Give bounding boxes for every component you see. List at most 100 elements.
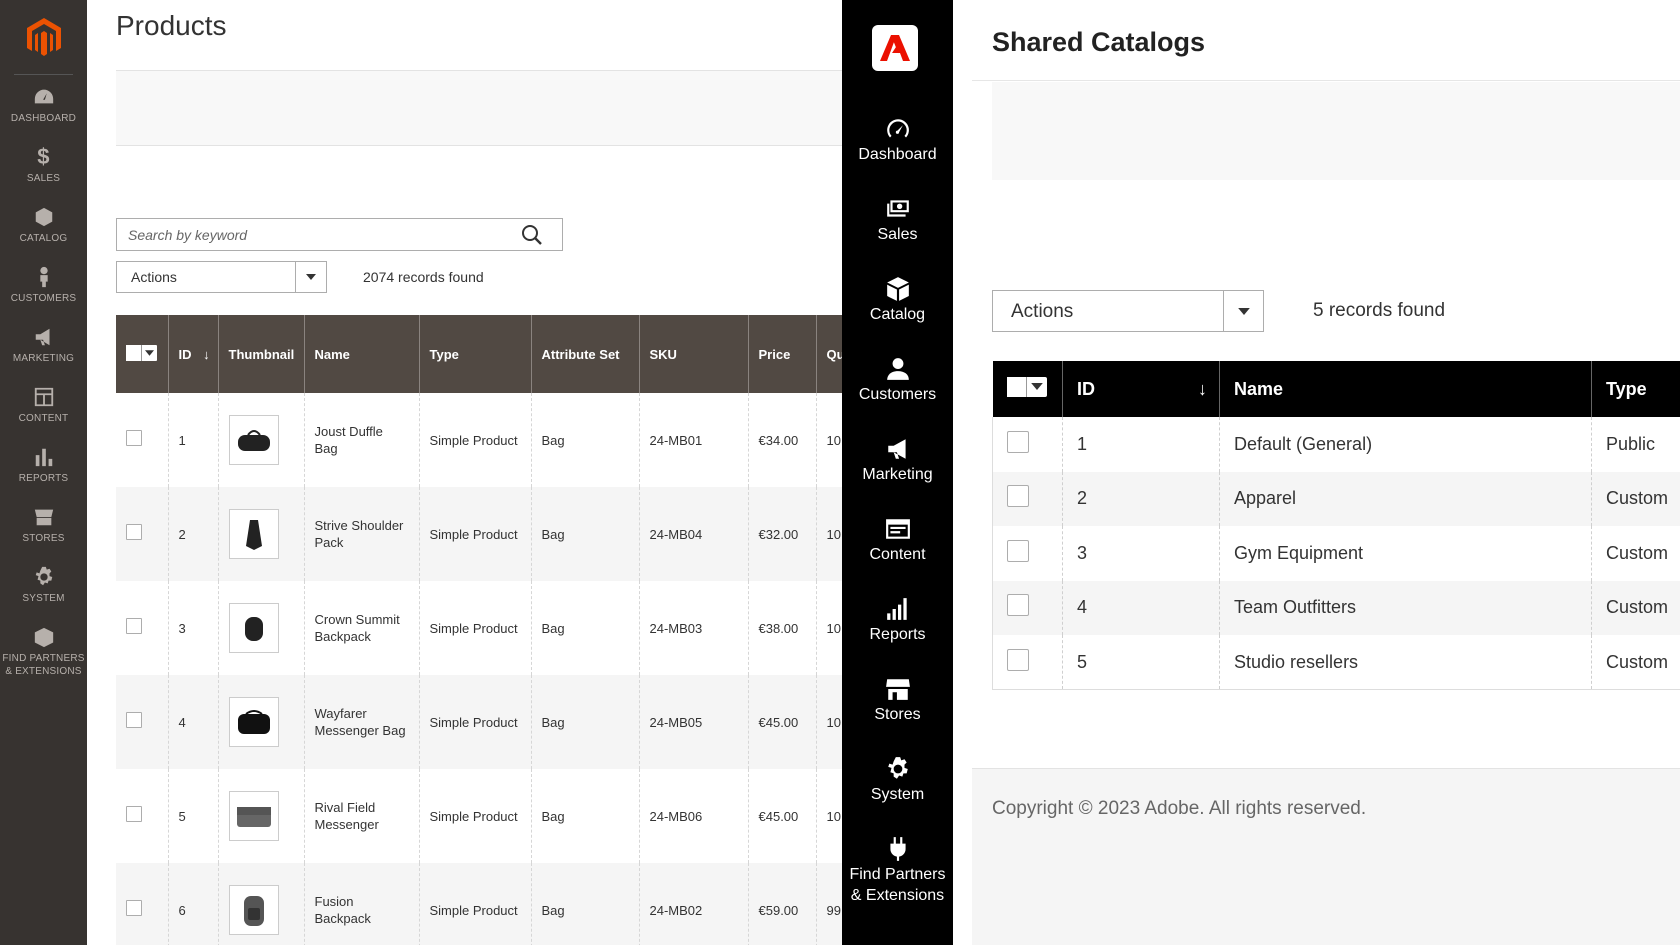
column-header-name[interactable]: Name [1219, 361, 1592, 417]
product-thumbnail[interactable] [228, 885, 279, 935]
search-input[interactable]: Search by keyword [116, 218, 563, 251]
old-nav-customers[interactable]: CUSTOMERS [0, 266, 87, 305]
row-checkbox[interactable] [126, 712, 142, 728]
column-header-thumbnail[interactable]: Thumbnail [218, 315, 305, 393]
old-nav-marketing[interactable]: MARKETING [0, 326, 87, 365]
new-nav-sales[interactable]: Sales [842, 196, 953, 245]
cell-type: Simple Product [419, 863, 532, 945]
new-nav-customers[interactable]: Customers [842, 356, 953, 405]
cell-name[interactable]: Team Outfitters [1219, 580, 1592, 635]
new-nav-label: Customers [858, 386, 937, 403]
cell-id: 6 [168, 863, 219, 945]
product-thumbnail[interactable] [228, 415, 279, 465]
column-header-type[interactable]: Type [1591, 361, 1680, 417]
row-checkbox[interactable] [1007, 485, 1029, 508]
table-row[interactable]: 5 Studio resellers Custom [992, 635, 1680, 690]
column-header-type[interactable]: Type [419, 315, 532, 393]
cell-name[interactable]: Strive Shoulder Pack [304, 487, 420, 581]
cell-quantity: 99 [816, 863, 842, 945]
row-checkbox[interactable] [126, 524, 142, 540]
actions-dropdown[interactable]: Actions [116, 261, 327, 293]
old-nav-label: MARKETING [12, 353, 75, 364]
backpack-icon [244, 617, 263, 641]
table-row[interactable]: 5 Rival Field Messenger Simple Product B… [116, 769, 842, 863]
old-nav-content[interactable]: CONTENT [0, 386, 87, 425]
mass-select[interactable] [116, 315, 169, 393]
cell-name[interactable]: Rival Field Messenger [304, 769, 420, 863]
row-checkbox[interactable] [126, 900, 142, 916]
cell-id: 1 [168, 393, 219, 487]
column-header-attribute-set[interactable]: Attribute Set [531, 315, 640, 393]
table-row[interactable]: 4 Wayfarer Messenger Bag Simple Product … [116, 675, 842, 769]
table-row[interactable]: 6 Fusion Backpack Simple Product Bag 24-… [116, 863, 842, 945]
cell-type: Simple Product [419, 487, 532, 581]
row-checkbox[interactable] [1007, 430, 1029, 453]
table-row[interactable]: 3 Gym Equipment Custom [992, 526, 1680, 581]
product-thumbnail[interactable] [228, 697, 279, 747]
old-nav-reports[interactable]: REPORTS [0, 446, 87, 485]
product-thumbnail[interactable] [228, 509, 279, 559]
new-nav-content[interactable]: Content [842, 516, 953, 565]
row-checkbox[interactable] [1007, 648, 1029, 671]
cell-name[interactable]: Crown Summit Backpack [304, 581, 420, 675]
product-thumbnail[interactable] [228, 791, 279, 841]
old-nav-system[interactable]: SYSTEM [0, 566, 87, 605]
new-nav-reports[interactable]: Reports [842, 596, 953, 645]
cell-name[interactable]: Studio resellers [1219, 635, 1592, 690]
cell-sku: 24-MB05 [639, 675, 749, 769]
row-checkbox[interactable] [1007, 594, 1029, 617]
new-nav-stores[interactable]: Stores [842, 676, 953, 725]
new-nav-label: System [870, 786, 925, 803]
cell-name[interactable]: Apparel [1219, 471, 1592, 526]
table-row[interactable]: 3 Crown Summit Backpack Simple Product B… [116, 581, 842, 675]
adobe-logo-icon [880, 35, 910, 61]
column-header-id[interactable]: ID ↓ [1062, 361, 1220, 417]
layout-icon [0, 386, 87, 410]
product-thumbnail[interactable] [228, 603, 279, 653]
new-nav-system[interactable]: System [842, 756, 953, 805]
table-row[interactable]: 1 Joust Duffle Bag Simple Product Bag 24… [116, 393, 842, 487]
cell-name[interactable]: Joust Duffle Bag [304, 393, 420, 487]
table-row[interactable]: 1 Default (General) Public [992, 417, 1680, 472]
row-checkbox[interactable] [126, 430, 142, 446]
adobe-logo[interactable] [872, 25, 918, 71]
cell-name[interactable]: Gym Equipment [1219, 526, 1592, 581]
cell-name[interactable]: Default (General) [1219, 417, 1592, 472]
fusion-backpack-icon [243, 896, 264, 926]
row-checkbox[interactable] [1007, 539, 1029, 562]
row-checkbox[interactable] [126, 618, 142, 634]
table-row[interactable]: 4 Team Outfitters Custom [992, 580, 1680, 635]
old-nav-catalog[interactable]: CATALOG [0, 206, 87, 245]
column-header-id[interactable]: ID ↓ [168, 315, 219, 393]
column-header-name[interactable]: Name [304, 315, 420, 393]
megaphone-icon [0, 326, 87, 350]
mass-select[interactable] [992, 361, 1063, 417]
table-row[interactable]: 2 Apparel Custom [992, 471, 1680, 526]
bar-chart-icon [0, 446, 87, 470]
records-count: 5 records found [1313, 300, 1446, 321]
search-icon[interactable] [520, 223, 544, 247]
magento-logo[interactable] [0, 0, 87, 75]
old-nav-stores[interactable]: STORES [0, 506, 87, 545]
cell-name[interactable]: Fusion Backpack [304, 863, 420, 945]
new-nav-dashboard[interactable]: Dashboard [842, 116, 953, 165]
new-nav-marketing[interactable]: Marketing [842, 436, 953, 485]
cell-name[interactable]: Wayfarer Messenger Bag [304, 675, 420, 769]
table-row[interactable]: 2 Strive Shoulder Pack Simple Product Ba… [116, 487, 842, 581]
column-header-quantity[interactable]: Qu [816, 315, 842, 393]
old-nav-find-partners[interactable]: FIND PARTNERS & EXTENSIONS [0, 626, 87, 678]
old-nav-dashboard[interactable]: DASHBOARD [0, 86, 87, 125]
column-header-price[interactable]: Price [748, 315, 817, 393]
footer [972, 768, 1680, 945]
new-nav-label: Reports [869, 626, 926, 643]
column-header-sku[interactable]: SKU [639, 315, 749, 393]
old-nav-sales[interactable]: $ SALES [0, 146, 87, 185]
package-icon [0, 626, 87, 650]
new-nav-catalog[interactable]: Catalog [842, 276, 953, 325]
row-checkbox[interactable] [126, 806, 142, 822]
actions-dropdown[interactable]: Actions [992, 290, 1264, 332]
old-nav-label: SYSTEM [22, 593, 65, 604]
new-nav-label: Content [869, 546, 926, 563]
new-nav-find-partners[interactable]: Find Partners & Extensions [842, 836, 953, 906]
box-icon [0, 206, 87, 230]
